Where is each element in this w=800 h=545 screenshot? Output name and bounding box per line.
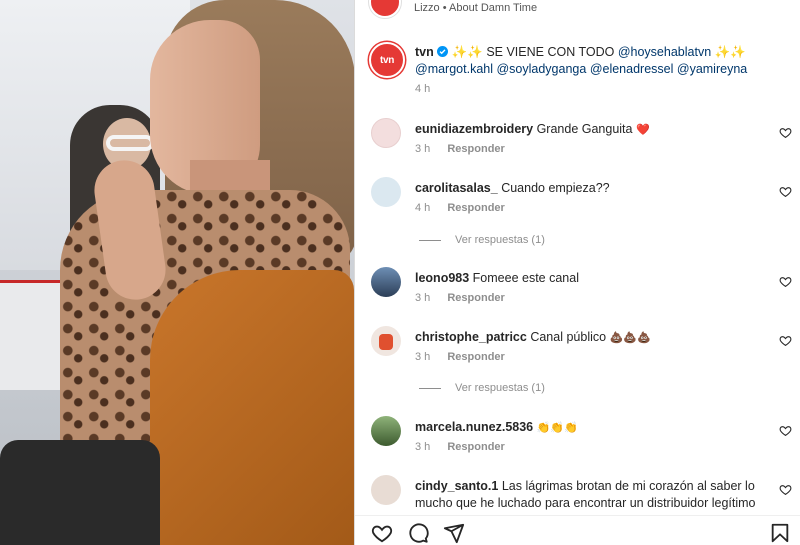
view-replies[interactable]: Ver respuestas (1) xyxy=(419,234,545,246)
tvn-logo: tvn xyxy=(379,54,395,66)
action-bar xyxy=(355,515,800,545)
header-avatar[interactable] xyxy=(369,0,401,18)
view-replies-label[interactable]: Ver respuestas (1) xyxy=(455,234,545,246)
comment-avatar[interactable] xyxy=(371,118,401,148)
heart-icon[interactable] xyxy=(371,522,393,544)
caption-timestamp[interactable]: 4 h xyxy=(415,83,430,95)
comment-username[interactable]: marcela.nunez.5836 xyxy=(415,420,533,434)
mention-link[interactable]: @elenadressel xyxy=(590,62,674,76)
comment-timestamp[interactable]: 3 h xyxy=(415,441,430,453)
mention-link[interactable]: @hoysehablatvn xyxy=(618,45,711,59)
reply-button[interactable]: Responder xyxy=(447,292,504,304)
caption-text-part1: ✨✨ SE VIENE CON TODO xyxy=(451,45,618,59)
music-artist[interactable]: Lizzo xyxy=(414,2,440,14)
comment-text: Canal público xyxy=(530,330,607,344)
like-heart-icon[interactable] xyxy=(779,275,792,288)
comment-meta: 3 h Responder xyxy=(415,441,505,453)
music-info[interactable]: Lizzo • About Damn Time xyxy=(414,2,537,14)
like-heart-icon[interactable] xyxy=(779,424,792,437)
reply-button[interactable]: Responder xyxy=(447,441,504,453)
view-replies-label[interactable]: Ver respuestas (1) xyxy=(455,382,545,394)
caption-text: tvn ✨✨ SE VIENE CON TODO @hoysehablatvn … xyxy=(415,44,767,78)
caption-text-part2: ✨✨ xyxy=(711,45,746,59)
comment-avatar[interactable] xyxy=(371,475,401,505)
video-glasses xyxy=(106,135,154,151)
comment-row: cindy_santo.1 Las lágrimas brotan de mi … xyxy=(355,475,800,513)
comment-meta: 4 h Responder xyxy=(415,202,505,214)
view-replies[interactable]: Ver respuestas (1) xyxy=(419,382,545,394)
video-chair xyxy=(0,440,160,545)
like-heart-icon[interactable] xyxy=(779,334,792,347)
comment-text: Cuando empieza?? xyxy=(501,181,610,195)
comment-avatar[interactable] xyxy=(371,326,401,356)
comment-body: christophe_patricc Canal público 💩💩💩 xyxy=(415,329,767,347)
comment-emoji: 💩💩💩 xyxy=(609,332,651,344)
comment-body: marcela.nunez.5836 👏👏👏 xyxy=(415,419,767,437)
comment-text: Fomeee este canal xyxy=(472,271,579,285)
comment-username[interactable]: carolitasalas_ xyxy=(415,181,498,195)
comment-text: Grande Ganguita xyxy=(536,122,633,136)
comment-body: carolitasalas_ Cuando empieza?? xyxy=(415,180,767,197)
comment-avatar[interactable] xyxy=(371,177,401,207)
post-header: Lizzo • About Damn Time xyxy=(355,0,800,20)
reply-button[interactable]: Responder xyxy=(447,351,504,363)
music-separator: • xyxy=(439,2,450,14)
verified-icon xyxy=(437,46,449,57)
mention-link[interactable]: @soyladyganga xyxy=(496,62,586,76)
bookmark-icon[interactable] xyxy=(769,522,791,544)
comment-username[interactable]: leono983 xyxy=(415,271,469,285)
caption-username[interactable]: tvn xyxy=(415,45,434,59)
post-video[interactable] xyxy=(0,0,354,545)
mention-link[interactable]: @margot.kahl xyxy=(415,62,493,76)
comment-timestamp[interactable]: 3 h xyxy=(415,292,430,304)
video-orange-jacket xyxy=(150,270,354,545)
reply-button[interactable]: Responder xyxy=(447,202,504,214)
comment-meta: 3 h Responder xyxy=(415,143,505,155)
share-icon[interactable] xyxy=(443,522,465,544)
comment-body: eunidiazembroidery Grande Ganguita ❤️ xyxy=(415,121,767,139)
replies-divider xyxy=(419,239,441,241)
caption-meta: 4 h xyxy=(415,83,444,95)
comment-username[interactable]: cindy_santo.1 xyxy=(415,479,498,493)
comment-meta: 3 h Responder xyxy=(415,351,505,363)
comments-panel: Lizzo • About Damn Time tvn tvn ✨✨ SE VI… xyxy=(354,0,800,545)
comment-timestamp[interactable]: 4 h xyxy=(415,202,430,214)
comment-username[interactable]: eunidiazembroidery xyxy=(415,122,533,136)
comment-body: leono983 Fomeee este canal xyxy=(415,270,767,287)
like-heart-icon[interactable] xyxy=(779,126,792,139)
comment-username[interactable]: christophe_patricc xyxy=(415,330,527,344)
comment-avatar[interactable] xyxy=(371,416,401,446)
comment-timestamp[interactable]: 3 h xyxy=(415,143,430,155)
like-heart-icon[interactable] xyxy=(779,185,792,198)
like-heart-icon[interactable] xyxy=(779,483,792,496)
comment-icon[interactable] xyxy=(407,522,429,544)
caption-avatar[interactable]: tvn xyxy=(369,42,405,78)
comment-emoji: ❤️ xyxy=(635,124,650,136)
avatar-figure xyxy=(379,334,393,350)
comment-avatar[interactable] xyxy=(371,267,401,297)
music-song[interactable]: About Damn Time xyxy=(449,2,537,14)
mention-link[interactable]: @yamireyna xyxy=(677,62,747,76)
comment-emoji: 👏👏👏 xyxy=(536,422,578,434)
comment-body: cindy_santo.1 Las lágrimas brotan de mi … xyxy=(415,478,767,512)
reply-button[interactable]: Responder xyxy=(447,143,504,155)
replies-divider xyxy=(419,387,441,389)
comment-meta: 3 h Responder xyxy=(415,292,505,304)
comment-timestamp[interactable]: 3 h xyxy=(415,351,430,363)
